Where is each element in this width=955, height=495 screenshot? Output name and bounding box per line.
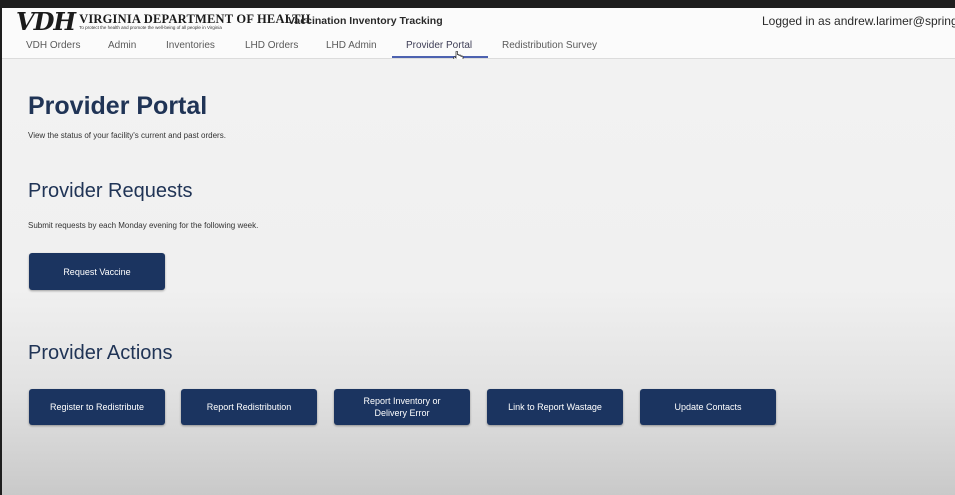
provider-actions-heading: Provider Actions [28,342,173,364]
update-contacts-button[interactable]: Update Contacts [640,389,776,425]
provider-requests-heading: Provider Requests [28,180,193,202]
nav-admin[interactable]: Admin [108,40,136,51]
app-title: Vaccination Inventory Tracking [288,15,443,27]
report-inventory-error-button[interactable]: Report Inventory or Delivery Error [334,389,470,425]
nav-lhd-admin[interactable]: LHD Admin [326,40,377,51]
request-vaccine-button[interactable]: Request Vaccine [29,253,165,290]
provider-requests-description: Submit requests by each Monday evening f… [28,221,259,230]
nav-vdh-orders[interactable]: VDH Orders [26,40,80,51]
main-content: Provider Portal View the status of your … [2,59,955,495]
nav-provider-portal[interactable]: Provider Portal [406,40,472,51]
logo-name: VIRGINIA DEPARTMENT OF HEALTH [79,12,311,26]
header: VDH VIRGINIA DEPARTMENT OF HEALTH To pro… [2,8,955,59]
app-window: VDH VIRGINIA DEPARTMENT OF HEALTH To pro… [2,8,955,495]
login-status: Logged in as andrew.larimer@spring [762,14,955,28]
nav-redistribution-survey[interactable]: Redistribution Survey [502,40,597,51]
active-tab-indicator [392,56,488,58]
nav-lhd-orders[interactable]: LHD Orders [245,40,298,51]
logo-mark: VDH [16,8,76,36]
vdh-logo[interactable]: VDH VIRGINIA DEPARTMENT OF HEALTH To pro… [16,10,311,36]
page-title: Provider Portal [28,92,208,120]
nav-inventories[interactable]: Inventories [166,40,215,51]
report-redistribution-button[interactable]: Report Redistribution [181,389,317,425]
page-description: View the status of your facility's curre… [28,131,226,140]
register-to-redistribute-button[interactable]: Register to Redistribute [29,389,165,425]
report-wastage-link-button[interactable]: Link to Report Wastage [487,389,623,425]
